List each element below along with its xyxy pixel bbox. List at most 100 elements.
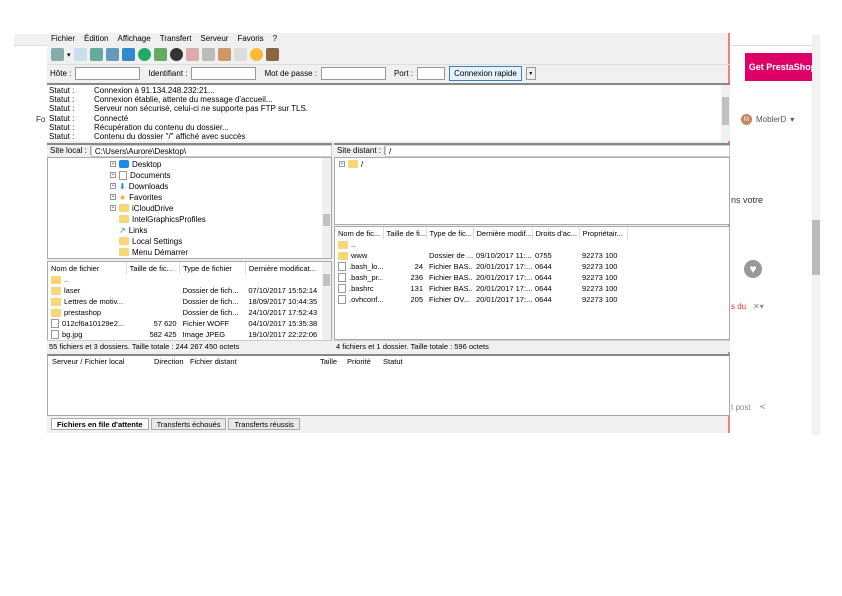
avatar: M <box>741 114 752 125</box>
shortcut-icon: ↗ <box>119 225 126 235</box>
column-header[interactable]: Nom de fichier <box>48 262 127 274</box>
user-label: Identifiant : <box>148 69 188 78</box>
menu-serveur[interactable]: Serveur <box>200 34 228 43</box>
table-row[interactable]: .. <box>48 274 324 285</box>
table-row[interactable]: bg.jpg 582 425 Image JPEG 19/10/2017 22:22:… <box>48 329 324 340</box>
column-header[interactable]: Priorité <box>347 356 383 368</box>
cell: 20/01/2017 17:... <box>476 284 532 293</box>
file-name: bg.jpg <box>48 329 126 340</box>
local-list-scrollbar[interactable] <box>322 262 331 340</box>
tree-item[interactable]: / <box>361 160 363 169</box>
page-scrollbar[interactable] <box>812 35 820 435</box>
cell: Dossier de fich... <box>182 308 239 317</box>
tree-item[interactable]: IntelGraphicsProfiles <box>132 215 206 224</box>
column-header[interactable]: Fichier distant <box>190 356 320 368</box>
tree-item[interactable]: Links <box>129 226 148 235</box>
dropdown-icon[interactable]: ▾ <box>67 51 71 59</box>
column-header[interactable]: Propriétair... <box>579 227 628 239</box>
file-icon <box>338 273 346 283</box>
cell <box>383 239 426 250</box>
reconnect-icon[interactable] <box>201 48 215 61</box>
host-input[interactable] <box>75 67 141 80</box>
tree-item[interactable]: Documents <box>130 171 170 180</box>
get-prestashop-button[interactable]: Get PrestaShop <box>745 53 820 81</box>
column-header[interactable]: Type de fichier <box>179 262 246 274</box>
table-row[interactable]: prestashop Dossier de fich... 24/10/2017 1… <box>48 307 324 318</box>
site-manager-icon[interactable] <box>51 48 64 61</box>
user-input[interactable] <box>191 67 257 80</box>
local-path-input[interactable]: C:\Users\Aurore\Desktop\ <box>90 144 332 157</box>
menu-help[interactable]: ? <box>273 34 277 43</box>
tree-item[interactable]: Desktop <box>132 160 161 169</box>
tab-queued-files[interactable]: Fichiers en file d'attente <box>51 418 149 430</box>
column-header[interactable]: Taille <box>320 356 347 368</box>
toggle-queue-icon[interactable] <box>121 48 135 61</box>
table-row[interactable]: .bash_lo... 24 Fichier BAS... 20/01/2017 17… <box>335 261 627 272</box>
tab-failed-transfers[interactable]: Transferts échoués <box>150 418 227 430</box>
menu-transfert[interactable]: Transfert <box>160 34 192 43</box>
tree-item[interactable]: iCloudDrive <box>132 204 173 213</box>
close-icon[interactable]: ✕▾ <box>753 302 764 311</box>
menu-edition[interactable]: Édition <box>84 34 108 43</box>
local-tree-scrollbar[interactable] <box>322 158 331 258</box>
cell <box>426 239 473 250</box>
file-icon <box>338 295 346 305</box>
quickconnect-bar: Hôte : Identifiant : Mot de passe : Port… <box>47 64 730 82</box>
remote-path-input[interactable]: / <box>385 144 730 157</box>
table-row[interactable]: 012cf6a10129e2... 57 620 Fichier WOFF 04/10… <box>48 318 324 329</box>
column-header[interactable]: Direction <box>154 356 190 368</box>
table-row[interactable]: www Dossier de ... 09/10/2017 11:... 0755 92… <box>335 250 627 261</box>
menu-affichage[interactable]: Affichage <box>117 34 150 43</box>
cell: 236 <box>410 273 423 282</box>
toggle-local-tree-icon[interactable] <box>89 48 103 61</box>
column-header[interactable]: Droits d'ac... <box>532 227 580 239</box>
filter-icon[interactable] <box>217 48 231 61</box>
browser-address-bar[interactable] <box>729 34 820 46</box>
cell: Dossier de fich... <box>182 297 239 306</box>
heart-icon[interactable]: ♥ <box>744 260 762 278</box>
user-menu[interactable]: M MoblerD ▾ <box>741 114 794 125</box>
toggle-remote-tree-icon[interactable] <box>105 48 119 61</box>
table-row[interactable]: .. <box>335 239 627 250</box>
table-row[interactable]: .ovhconf... 205 Fichier OV... 20/01/2017 17… <box>335 294 627 305</box>
menu-favoris[interactable]: Favoris <box>237 34 263 43</box>
tree-item[interactable]: Local Settings <box>132 237 182 246</box>
column-header[interactable]: Dernière modificat... <box>245 262 325 274</box>
tree-item[interactable]: Favorites <box>129 193 162 202</box>
tree-item[interactable]: Menu Démarrer <box>132 248 188 257</box>
password-input[interactable] <box>320 67 386 80</box>
cancel-icon[interactable] <box>169 48 183 61</box>
tab-successful-transfers[interactable]: Transferts réussis <box>228 418 300 430</box>
file-name: .. <box>335 239 383 250</box>
cell: 582 425 <box>149 330 177 339</box>
menu-fichier[interactable]: Fichier <box>51 34 75 43</box>
column-header[interactable]: Taille de fi... <box>383 227 427 239</box>
quickconnect-dropdown[interactable]: ▾ <box>525 67 536 80</box>
column-header[interactable]: Statut <box>383 356 403 368</box>
tree-item[interactable]: Downloads <box>129 182 169 191</box>
table-row[interactable]: laser Dossier de fich... 07/10/2017 15:52:… <box>48 285 324 296</box>
column-header[interactable]: Dernière modif... <box>473 227 533 239</box>
toggle-log-icon[interactable] <box>73 48 87 61</box>
cell: Dossier de ... <box>429 251 473 260</box>
compare-icon[interactable] <box>233 48 247 61</box>
table-row[interactable]: .bashrc 131 Fichier BAS... 20/01/2017 17:..… <box>335 283 627 294</box>
log-scrollbar[interactable] <box>721 85 730 141</box>
column-header[interactable]: Serveur / Fichier local <box>48 356 154 368</box>
cell <box>126 307 180 318</box>
binoculars-icon[interactable] <box>265 48 279 61</box>
sync-browse-icon[interactable] <box>249 48 263 61</box>
table-row[interactable]: Lettres de motiv... Dossier de fich... 18/… <box>48 296 324 307</box>
disconnect-icon[interactable] <box>185 48 199 61</box>
refresh-icon[interactable] <box>137 48 151 61</box>
folder-icon <box>51 276 61 284</box>
column-header[interactable]: Taille de fic... <box>126 262 181 274</box>
cell: 92273 100 <box>582 251 618 260</box>
quickconnect-button[interactable]: Connexion rapide <box>449 66 522 81</box>
port-input[interactable] <box>417 67 446 80</box>
process-queue-icon[interactable] <box>153 48 167 61</box>
column-header[interactable]: Nom de fic... <box>335 227 384 239</box>
table-row[interactable]: .bash_pr... 236 Fichier BAS... 20/01/2017 1… <box>335 272 627 283</box>
share-icon[interactable]: ≺ <box>759 402 766 411</box>
column-header[interactable]: Type de fic... <box>426 227 474 239</box>
